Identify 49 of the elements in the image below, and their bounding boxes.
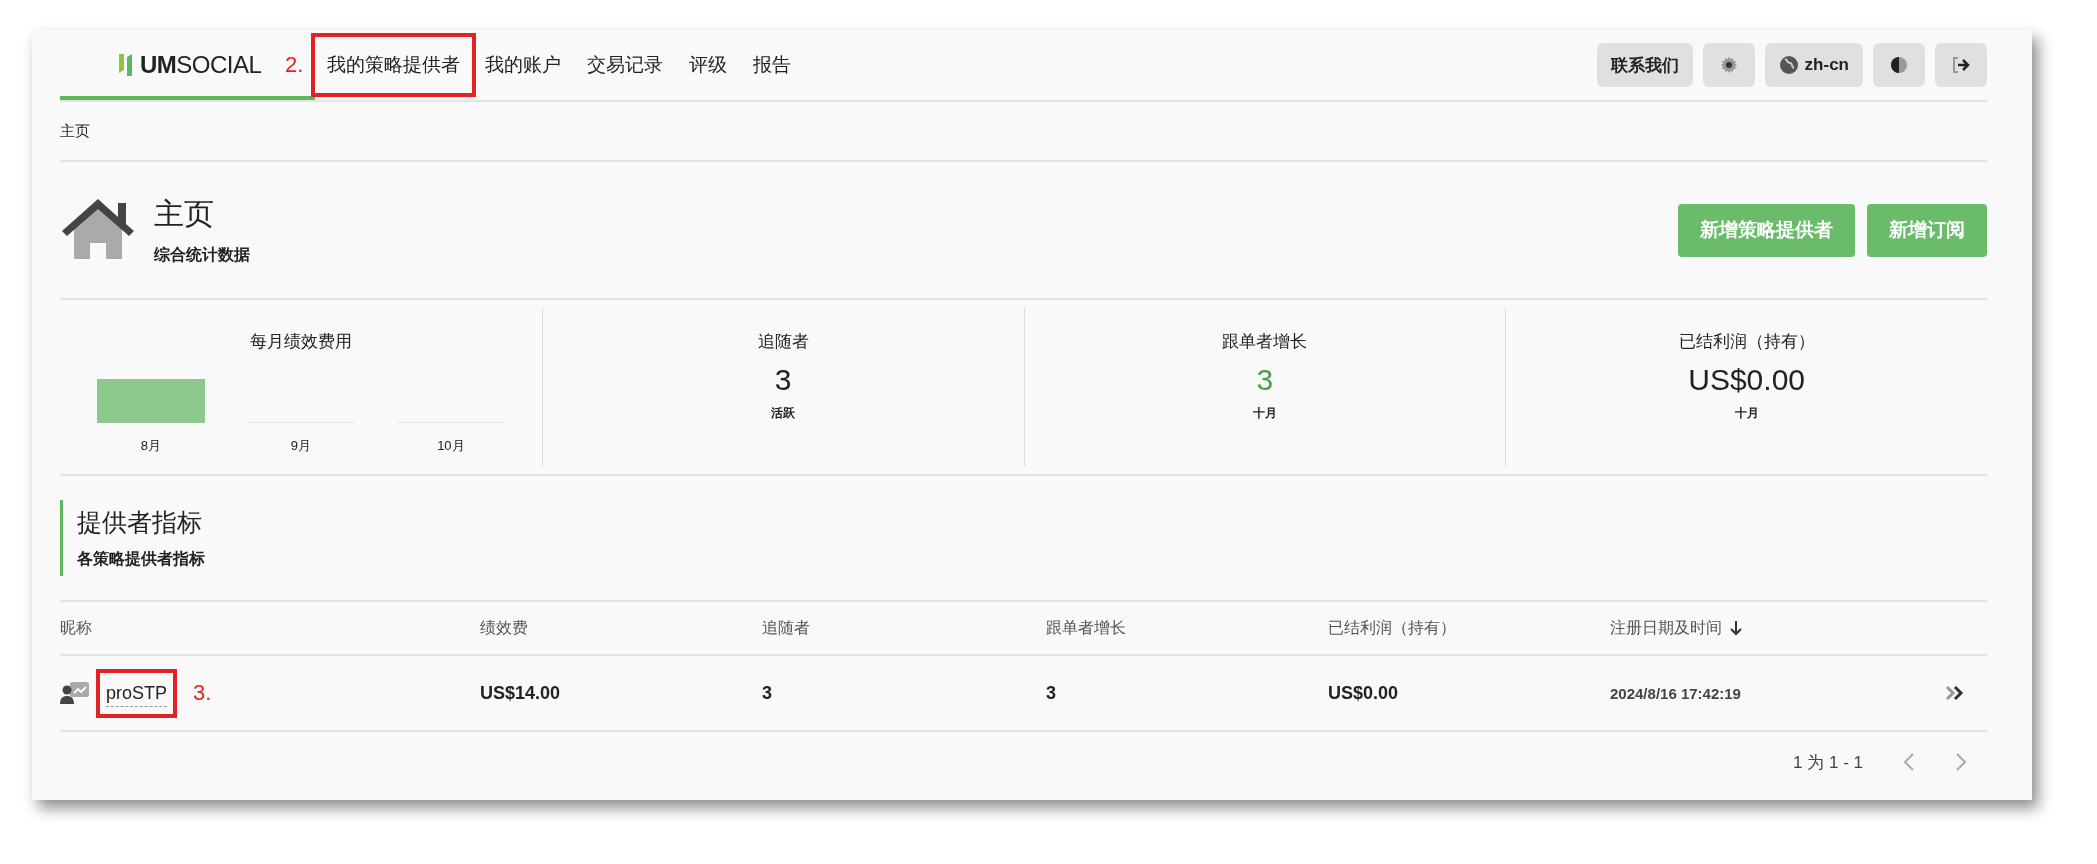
previous-page-icon[interactable] [1903, 752, 1915, 772]
table-cell-text: 3 [762, 682, 773, 704]
provider-icon [60, 681, 90, 705]
logo-icon [118, 52, 134, 78]
provider-link[interactable]: proSTP [106, 682, 168, 707]
stat-title: 追随者 [757, 331, 809, 353]
sort-down-icon[interactable] [1730, 620, 1742, 636]
stat-title: 每月绩效费用 [249, 331, 352, 353]
month-label: 10月 [437, 437, 465, 455]
column-header[interactable]: 已结利润（持有） [1328, 617, 1456, 639]
section-title: 提供者指标 [77, 507, 203, 538]
column-header[interactable]: 追随者 [762, 617, 810, 639]
pagination-text: 1 为 1 - 1 [1793, 751, 1863, 774]
breadcrumb[interactable]: 主页 [60, 102, 1987, 162]
logout-icon [1951, 56, 1971, 74]
nav-link[interactable]: 评级 [682, 43, 735, 87]
contact-button[interactable]: 联系我们 [1596, 43, 1693, 87]
table-cell-text: 2024/8/16 17:42:19 [1610, 684, 1742, 702]
stat-note: 十月 [1734, 405, 1759, 422]
theme-button[interactable] [1873, 43, 1925, 87]
annotation-number: 3. [193, 680, 212, 706]
next-page-icon[interactable] [1955, 752, 1967, 772]
page-subtitle: 综合统计数据 [154, 245, 250, 265]
column-header[interactable]: 跟单者增长 [1046, 617, 1126, 639]
column-header[interactable]: 注册日期及时间 [1610, 617, 1722, 639]
stat-note: 十月 [1252, 405, 1277, 422]
annotation-number: 2. [285, 52, 304, 78]
stat-value: 3 [774, 363, 792, 397]
table-cell-text: US$14.00 [480, 682, 562, 704]
language-button[interactable]: zh-cn [1764, 43, 1863, 87]
table-cell-text: 3 [1046, 682, 1057, 704]
stat-value: 3 [1256, 363, 1274, 397]
column-header[interactable]: 昵称 [60, 617, 92, 639]
month-label: 9月 [290, 437, 311, 455]
nav-link[interactable]: 交易记录 [580, 43, 671, 87]
section-subtitle: 各策略提供者指标 [77, 549, 205, 569]
logout-button[interactable] [1935, 43, 1987, 87]
stat-value: US$0.00 [1688, 363, 1805, 397]
page-title: 主页 [154, 196, 215, 232]
stat-title: 已结利润（持有） [1678, 331, 1815, 353]
nav-link[interactable]: 我的账户 [478, 43, 569, 87]
contrast-icon [1889, 55, 1909, 75]
table-cell-text: US$0.00 [1328, 682, 1400, 704]
settings-button[interactable] [1702, 43, 1755, 87]
stat-title: 跟单者增长 [1222, 331, 1308, 353]
month-label: 8月 [140, 437, 161, 455]
nav-link[interactable]: 报告 [746, 43, 799, 87]
stat-note: 活跃 [771, 405, 796, 422]
column-header[interactable]: 绩效费 [480, 617, 528, 639]
